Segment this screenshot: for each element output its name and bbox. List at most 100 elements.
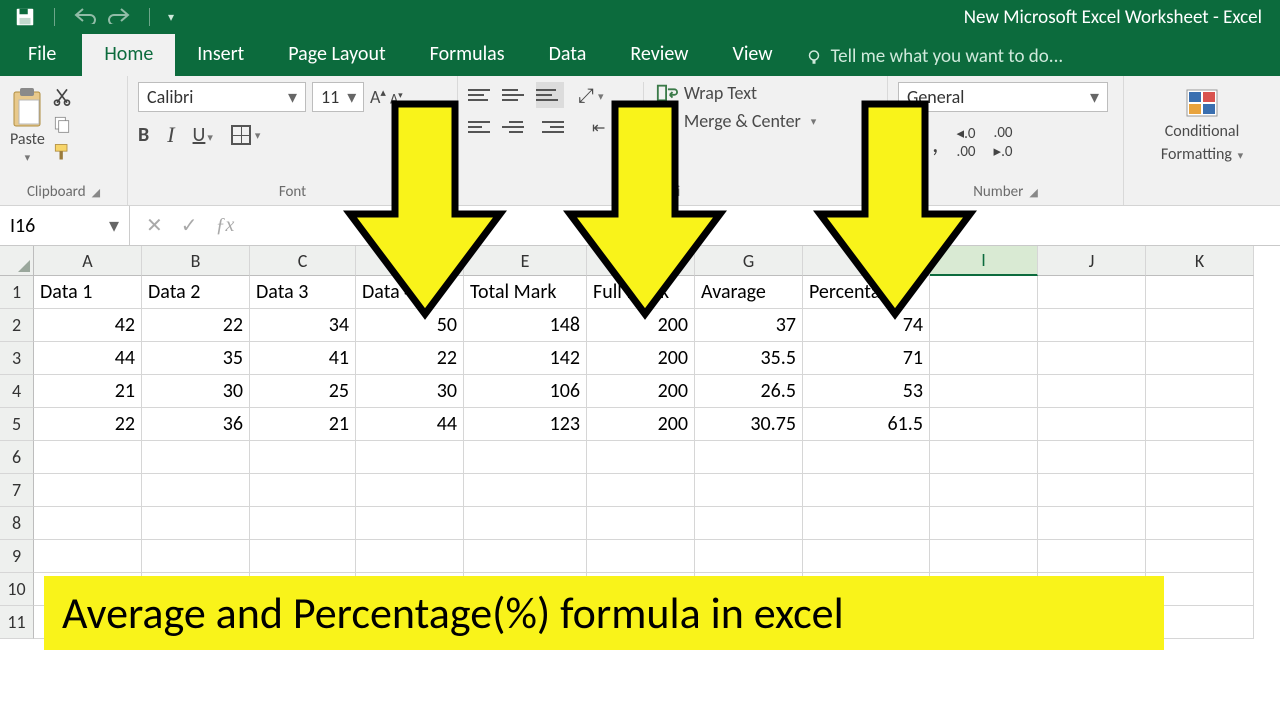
cell[interactable]: 36 (142, 408, 250, 441)
tell-me-search[interactable]: Tell me what you want to do... (805, 45, 1064, 76)
column-header[interactable]: I (930, 246, 1038, 276)
cell[interactable]: 53 (803, 375, 930, 408)
column-header[interactable]: F (587, 246, 695, 276)
cell[interactable]: 71 (803, 342, 930, 375)
cell[interactable] (464, 474, 587, 507)
align-top-icon[interactable] (468, 82, 496, 108)
cell[interactable] (587, 507, 695, 540)
cell[interactable]: 41 (250, 342, 356, 375)
column-header[interactable]: H (803, 246, 930, 276)
cell[interactable] (1038, 408, 1146, 441)
cell[interactable]: 34 (250, 309, 356, 342)
cell[interactable] (695, 540, 803, 573)
dialog-launcher-icon[interactable]: ◢ (1029, 186, 1037, 199)
cell[interactable] (142, 441, 250, 474)
cell[interactable]: 22 (34, 408, 142, 441)
cell[interactable] (34, 540, 142, 573)
row-header[interactable]: 11 (0, 606, 34, 639)
cell[interactable] (356, 507, 464, 540)
row-header[interactable]: 6 (0, 441, 34, 474)
cell[interactable]: Data 1 (34, 276, 142, 309)
cell[interactable]: 200 (587, 309, 695, 342)
cell[interactable]: Percentage (803, 276, 930, 309)
column-header[interactable]: C (250, 246, 356, 276)
cell[interactable] (1038, 540, 1146, 573)
copy-icon[interactable] (51, 114, 73, 134)
dialog-launcher-icon[interactable]: ◢ (92, 186, 100, 199)
align-center-icon[interactable] (502, 114, 530, 140)
paste-button[interactable]: Paste ▾ (10, 82, 45, 164)
font-name-combo[interactable]: Calibri▾ (138, 82, 306, 112)
align-right-icon[interactable] (536, 114, 564, 140)
cell[interactable]: 200 (587, 375, 695, 408)
cell[interactable] (587, 540, 695, 573)
cell[interactable] (34, 507, 142, 540)
redo-icon[interactable] (107, 6, 131, 29)
cell[interactable]: 35 (142, 342, 250, 375)
cell[interactable]: 30 (356, 375, 464, 408)
cell[interactable] (1146, 375, 1254, 408)
cell[interactable] (464, 540, 587, 573)
cell[interactable] (250, 507, 356, 540)
cell[interactable]: 200 (587, 408, 695, 441)
cell[interactable] (930, 441, 1038, 474)
cell[interactable] (587, 474, 695, 507)
column-header[interactable]: D (356, 246, 464, 276)
customize-qat-icon[interactable]: ▾ (168, 10, 174, 25)
row-header[interactable]: 4 (0, 375, 34, 408)
cell[interactable] (1146, 540, 1254, 573)
cell[interactable]: Avarage (695, 276, 803, 309)
cell[interactable] (1146, 507, 1254, 540)
cell[interactable] (1146, 342, 1254, 375)
underline-button[interactable]: U (193, 123, 206, 147)
row-header[interactable]: 8 (0, 507, 34, 540)
row-header[interactable]: 9 (0, 540, 34, 573)
cell[interactable]: 200 (587, 342, 695, 375)
row-header[interactable]: 10 (0, 573, 34, 606)
cell[interactable] (1146, 309, 1254, 342)
cell[interactable]: 44 (34, 342, 142, 375)
save-icon[interactable] (14, 7, 36, 27)
cell[interactable] (930, 507, 1038, 540)
cell[interactable] (1146, 441, 1254, 474)
row-header[interactable]: 1 (0, 276, 34, 309)
cell[interactable] (1038, 441, 1146, 474)
cell[interactable] (695, 507, 803, 540)
tab-insert[interactable]: Insert (175, 34, 266, 76)
cell[interactable] (930, 408, 1038, 441)
cell[interactable] (803, 474, 930, 507)
cell[interactable]: Full Mark (587, 276, 695, 309)
cell[interactable]: 21 (34, 375, 142, 408)
bold-button[interactable]: B (138, 123, 149, 147)
cell[interactable]: 42 (34, 309, 142, 342)
align-left-icon[interactable] (468, 114, 496, 140)
column-header[interactable]: A (34, 246, 142, 276)
wrap-text-button[interactable]: Wrap Text (656, 82, 817, 104)
merge-center-button[interactable]: Merge & Center▾ (656, 110, 817, 132)
cell[interactable] (1038, 474, 1146, 507)
cell[interactable]: 44 (356, 408, 464, 441)
column-header[interactable]: E (464, 246, 587, 276)
tab-file[interactable]: File (12, 34, 82, 76)
tab-page-layout[interactable]: Page Layout (266, 34, 407, 76)
orientation-button[interactable]: ⤢▾ (578, 84, 629, 108)
formula-input[interactable] (250, 206, 1280, 245)
cell[interactable]: Data 3 (250, 276, 356, 309)
column-header[interactable]: G (695, 246, 803, 276)
cell[interactable]: Data 2 (142, 276, 250, 309)
cell[interactable]: 37 (695, 309, 803, 342)
cell[interactable]: 106 (464, 375, 587, 408)
cell[interactable] (1038, 342, 1146, 375)
tab-home[interactable]: Home (82, 34, 175, 76)
cell[interactable]: 30 (142, 375, 250, 408)
cell[interactable]: 35.5 (695, 342, 803, 375)
tab-view[interactable]: View (710, 34, 794, 76)
decrease-decimal-button[interactable]: .00▸.0 (994, 124, 1013, 161)
cell[interactable]: 26.5 (695, 375, 803, 408)
cut-icon[interactable] (51, 86, 73, 106)
cell[interactable]: 50 (356, 309, 464, 342)
cell[interactable] (930, 276, 1038, 309)
cell[interactable]: Data 4 (356, 276, 464, 309)
cell[interactable] (464, 507, 587, 540)
cell[interactable] (1038, 276, 1146, 309)
